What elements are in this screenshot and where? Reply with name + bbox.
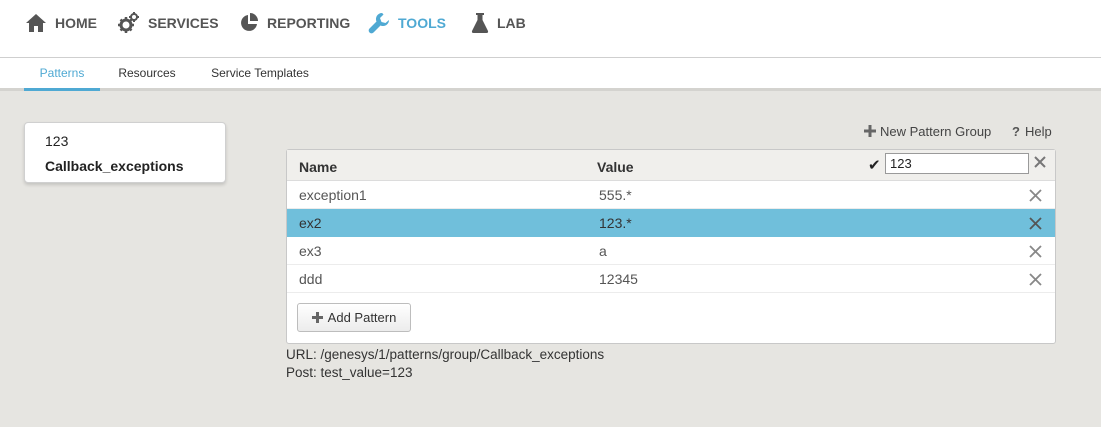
tab-service-templates[interactable]: Service Templates bbox=[200, 58, 320, 91]
nav-home[interactable]: HOME bbox=[25, 11, 97, 35]
column-header-name: Name bbox=[299, 159, 338, 175]
pattern-group-list: 123 Callback_exceptions bbox=[24, 122, 226, 183]
patterns-panel: Name Value ✔ exception1 555.* ex2 123.* … bbox=[286, 149, 1056, 344]
nav-services[interactable]: SERVICES bbox=[118, 11, 219, 35]
cell-name: ex3 bbox=[299, 243, 322, 259]
wrench-icon bbox=[368, 12, 390, 34]
plus-icon bbox=[311, 312, 323, 323]
add-pattern-label: Add Pattern bbox=[327, 310, 397, 325]
nav-tools[interactable]: TOOLS bbox=[368, 11, 446, 35]
close-icon[interactable] bbox=[1033, 155, 1047, 169]
delete-icon[interactable] bbox=[1029, 245, 1042, 258]
nav-home-label: HOME bbox=[55, 15, 97, 31]
cell-name: exception1 bbox=[299, 187, 367, 203]
pie-chart-icon bbox=[241, 13, 258, 31]
cell-value: 12345 bbox=[599, 271, 638, 287]
url-text: URL: /genesys/1/patterns/group/Callback_… bbox=[286, 347, 605, 362]
delete-icon[interactable] bbox=[1029, 217, 1042, 230]
nav-lab[interactable]: LAB bbox=[471, 11, 526, 35]
checkmark-icon[interactable]: ✔ bbox=[868, 156, 881, 174]
cell-value: 123.* bbox=[599, 215, 632, 231]
top-nav-bar: HOME SERVICES REPORTING TOOLS LAB bbox=[0, 0, 1101, 58]
nav-reporting-label: REPORTING bbox=[267, 15, 351, 31]
flask-icon bbox=[471, 13, 489, 33]
nav-services-label: SERVICES bbox=[148, 15, 219, 31]
cell-value: 555.* bbox=[599, 187, 632, 203]
table-row[interactable]: ddd 12345 bbox=[287, 265, 1055, 293]
cell-name: ddd bbox=[299, 271, 323, 287]
new-pattern-group-label: New Pattern Group bbox=[880, 123, 992, 139]
plus-icon bbox=[864, 125, 876, 137]
cell-name: ex2 bbox=[299, 215, 322, 231]
delete-icon[interactable] bbox=[1029, 273, 1042, 286]
help-link[interactable]: ? Help bbox=[1012, 122, 1052, 140]
home-icon bbox=[26, 14, 46, 32]
filter-input[interactable] bbox=[885, 153, 1029, 174]
table-header: Name Value ✔ bbox=[287, 150, 1055, 181]
sub-tab-bar: Patterns Resources Service Templates bbox=[0, 58, 1101, 91]
table-row-selected[interactable]: ex2 123.* bbox=[287, 209, 1055, 237]
nav-tools-label: TOOLS bbox=[398, 15, 446, 31]
gears-icon bbox=[118, 12, 139, 33]
table-row[interactable]: ex3 a bbox=[287, 237, 1055, 265]
group-item[interactable]: 123 bbox=[45, 133, 68, 149]
tab-resources[interactable]: Resources bbox=[108, 58, 186, 91]
nav-reporting[interactable]: REPORTING bbox=[239, 11, 350, 35]
cell-value: a bbox=[599, 243, 607, 259]
tab-patterns[interactable]: Patterns bbox=[24, 58, 100, 91]
nav-lab-label: LAB bbox=[497, 15, 526, 31]
delete-icon[interactable] bbox=[1029, 189, 1042, 202]
new-pattern-group-link[interactable]: New Pattern Group bbox=[864, 122, 991, 140]
question-icon: ? bbox=[1012, 123, 1020, 139]
column-header-value: Value bbox=[597, 159, 634, 175]
group-item-selected[interactable]: Callback_exceptions bbox=[45, 158, 184, 174]
post-text: Post: test_value=123 bbox=[286, 365, 413, 380]
add-pattern-button[interactable]: Add Pattern bbox=[297, 303, 411, 332]
help-label: Help bbox=[1024, 123, 1052, 139]
table-row[interactable]: exception1 555.* bbox=[287, 181, 1055, 209]
